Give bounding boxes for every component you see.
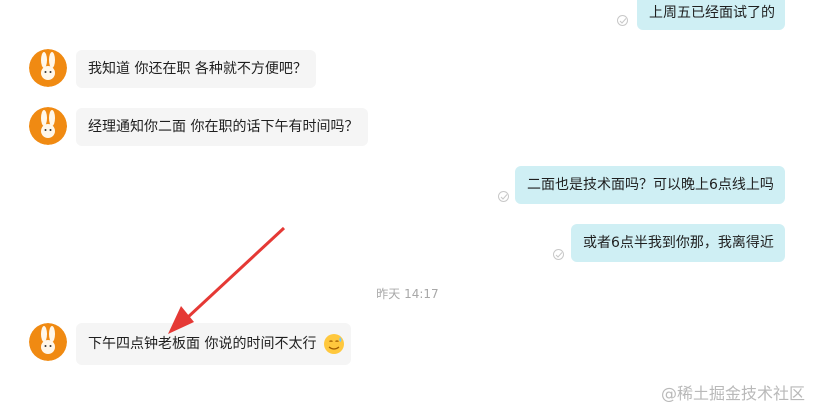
chat-window: 上周五已经面试了的 我知道 你还在职 各种就不方便吧？ 经理通知你二面 你在职的…	[0, 0, 815, 410]
message-bubble-1[interactable]: 上周五已经面试了的	[637, 0, 785, 30]
message-bubble-2[interactable]: 我知道 你还在职 各种就不方便吧？	[76, 50, 316, 88]
read-check-icon	[553, 249, 564, 260]
message-bubble-6[interactable]: 下午四点钟老板面 你说的时间不太行	[76, 323, 351, 365]
rabbit-avatar-icon[interactable]	[29, 49, 67, 87]
message-text-3: 经理通知你二面 你在职的话下午有时间吗？	[88, 119, 359, 135]
watermark: @稀土掘金技术社区	[660, 384, 805, 403]
message-text-6: 下午四点钟老板面 你说的时间不太行	[88, 336, 317, 352]
read-check-icon	[617, 15, 628, 26]
rabbit-avatar-icon[interactable]	[29, 323, 67, 361]
message-bubble-5[interactable]: 或者6点半我到你那，我离得近	[571, 224, 785, 262]
message-text-4: 二面也是技术面吗？可以晚上6点线上吗	[527, 177, 774, 193]
message-text-2: 我知道 你还在职 各种就不方便吧？	[88, 61, 307, 77]
message-bubble-3[interactable]: 经理通知你二面 你在职的话下午有时间吗？	[76, 108, 368, 146]
message-text-5: 或者6点半我到你那，我离得近	[583, 235, 774, 251]
sweat-smile-emoji	[323, 333, 345, 355]
message-timestamp: 昨天 14:17	[376, 287, 439, 301]
message-text-1: 上周五已经面试了的	[649, 5, 775, 21]
rabbit-avatar-icon[interactable]	[29, 107, 67, 145]
message-bubble-4[interactable]: 二面也是技术面吗？可以晚上6点线上吗	[515, 166, 785, 204]
read-check-icon	[498, 191, 509, 202]
